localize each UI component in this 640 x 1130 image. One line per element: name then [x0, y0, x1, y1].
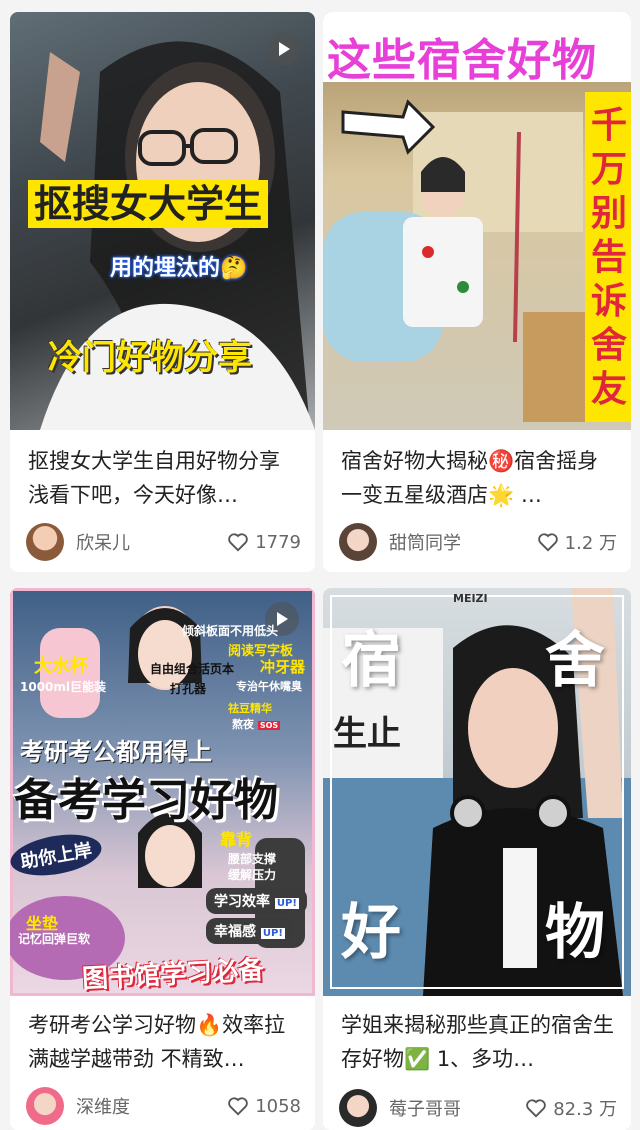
note-card[interactable]: 倾斜板面不用低头 阅读写字板 大水杯 1000ml巨能装 自由组合活页本 打孔器… — [10, 588, 315, 1130]
note-cover[interactable]: MEIZI 生止 宿 舍 好 物 — [323, 588, 631, 996]
cover-tag: 1000ml巨能装 — [20, 680, 107, 694]
note-cover[interactable]: 这些宿舍好物 千万别告诉舍友 — [323, 12, 631, 430]
author-name[interactable]: 甜筒同学 — [389, 529, 537, 555]
cover-side-text: 千万别告诉舍友 — [590, 105, 627, 410]
note-meta: 欣呆儿 1779 — [26, 522, 301, 562]
note-title[interactable]: 学姐来揭秘那些真正的宿舍生存好物✅ 1、多功… — [341, 1008, 617, 1076]
cover-text-line2: 用的埋汰的🤔 — [110, 256, 248, 281]
author-name[interactable]: 深维度 — [76, 1093, 227, 1119]
cover-headline-small: 考研考公都用得上 — [20, 738, 212, 766]
like-button[interactable]: 1058 — [227, 1096, 301, 1117]
cover-headline: 备考学习好物 — [14, 775, 278, 826]
author-name[interactable]: 莓子哥哥 — [389, 1095, 525, 1121]
note-meta: 甜筒同学 1.2 万 — [339, 522, 617, 562]
cover-tag: 记忆回弹巨软 — [18, 932, 91, 946]
like-count: 82.3 万 — [553, 1099, 617, 1120]
avatar[interactable] — [26, 1087, 64, 1125]
note-cover[interactable]: 抠搜女大学生 用的埋汰的🤔 冷门好物分享 — [10, 12, 315, 430]
cover-pill: 幸福感 UP! — [206, 918, 293, 944]
note-card[interactable]: MEIZI 生止 宿 舍 好 物 学姐来揭秘那些真正的宿舍生存好物✅ 1、多功…… — [323, 588, 631, 1130]
cover-tag: 倾斜板面不用低头 — [182, 624, 279, 638]
note-feed: 抠搜女大学生 用的埋汰的🤔 冷门好物分享 抠搜女大学生自用好物分享 浅看下吧，今… — [0, 0, 640, 1130]
like-count: 1.2 万 — [564, 533, 617, 554]
cover-tag: 祛豆精华 — [228, 702, 272, 715]
cover-tag: 缓解压力 — [228, 868, 277, 882]
cover-text-line3: 冷门好物分享 — [48, 338, 252, 378]
cover-tag: 冲牙器 — [260, 658, 306, 676]
heart-icon — [228, 533, 248, 552]
note-card[interactable]: 这些宿舍好物 千万别告诉舍友 宿舍好物大揭秘㊙️宿舍摇身一变五星级酒店🌟 … 甜… — [323, 12, 631, 572]
note-meta: 莓子哥哥 82.3 万 — [339, 1088, 617, 1128]
cover-tag: 自由组合活页本 — [150, 662, 235, 676]
author-name[interactable]: 欣呆儿 — [76, 529, 227, 555]
avatar[interactable] — [339, 523, 377, 561]
cover-char: 宿 — [341, 626, 401, 696]
cover-tag: 打孔器 — [170, 682, 207, 696]
cover-tag: 专治午休嘴臭 — [236, 680, 302, 693]
like-button[interactable]: 1.2 万 — [537, 529, 617, 555]
heart-icon — [228, 1097, 248, 1116]
note-title[interactable]: 抠搜女大学生自用好物分享 浅看下吧，今天好像… — [28, 444, 301, 512]
note-title[interactable]: 宿舍好物大揭秘㊙️宿舍摇身一变五星级酒店🌟 … — [341, 444, 617, 512]
note-meta: 深维度 1058 — [26, 1086, 301, 1126]
cover-tag: 腰部支撑 — [228, 852, 277, 866]
avatar[interactable] — [26, 523, 64, 561]
cover-tag: 熬夜 SOS — [232, 718, 281, 731]
cover-tag: 靠背 — [220, 830, 253, 849]
like-button[interactable]: 1779 — [227, 532, 301, 553]
like-count: 1779 — [255, 531, 301, 553]
like-button[interactable]: 82.3 万 — [525, 1095, 617, 1121]
like-count: 1058 — [255, 1095, 301, 1117]
note-cover[interactable]: 倾斜板面不用低头 阅读写字板 大水杯 1000ml巨能装 自由组合活页本 打孔器… — [10, 588, 315, 996]
heart-icon — [537, 533, 558, 552]
note-title[interactable]: 考研考公学习好物🔥效率拉满越学越带劲 不精致… — [28, 1008, 301, 1076]
cover-char: 物 — [545, 898, 605, 968]
cover-tag: 大水杯 — [34, 656, 88, 677]
video-play-icon — [267, 32, 301, 66]
cover-char: 舍 — [545, 626, 605, 696]
cover-sign-text: 生止 — [333, 714, 401, 754]
cover-watermark: MEIZI — [453, 592, 488, 605]
heart-icon — [526, 1099, 546, 1118]
avatar[interactable] — [339, 1089, 377, 1127]
note-card[interactable]: 抠搜女大学生 用的埋汰的🤔 冷门好物分享 抠搜女大学生自用好物分享 浅看下吧，今… — [10, 12, 315, 572]
cover-title: 这些宿舍好物 — [327, 35, 597, 86]
cover-text-line1: 抠搜女大学生 — [28, 180, 269, 228]
cover-pill: 学习效率 UP! — [206, 888, 307, 914]
cover-char: 好 — [341, 898, 401, 968]
